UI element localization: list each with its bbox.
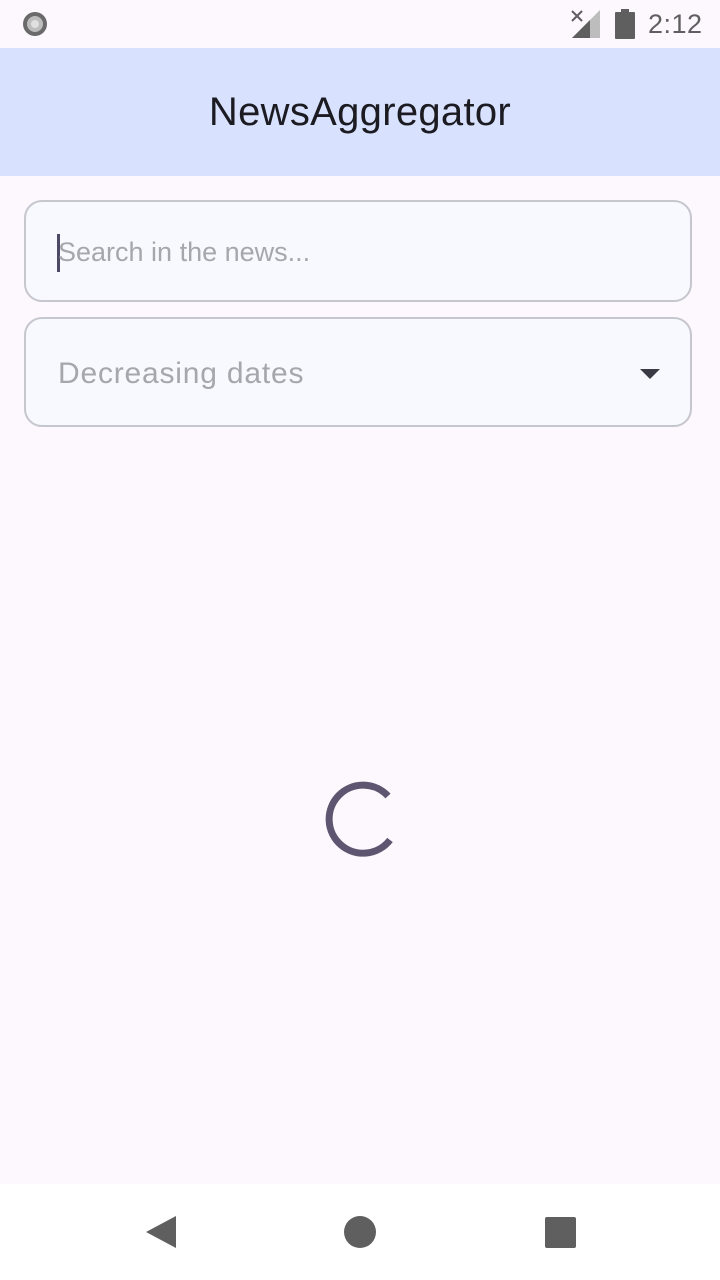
signal-off-icon [571, 10, 600, 38]
app-title: NewsAggregator [208, 89, 512, 134]
back-icon[interactable] [144, 1214, 178, 1250]
status-time: 2:12 [648, 9, 703, 39]
record-icon [23, 12, 47, 36]
home-icon[interactable] [343, 1215, 377, 1249]
search-input[interactable]: Search in the news... [24, 200, 692, 302]
recents-icon[interactable] [545, 1217, 576, 1248]
loading-spinner-icon [325, 781, 393, 857]
app-bar: NewsAggregator [0, 48, 720, 176]
battery-icon [615, 9, 635, 39]
status-bar: 2:12 [0, 0, 720, 48]
sort-dropdown[interactable]: Decreasing dates [24, 317, 692, 427]
sort-selected-value: Decreasing dates [58, 357, 305, 390]
navigation-bar [0, 1184, 720, 1280]
search-placeholder: Search in the news... [58, 237, 311, 267]
dropdown-arrow-icon [640, 369, 660, 379]
